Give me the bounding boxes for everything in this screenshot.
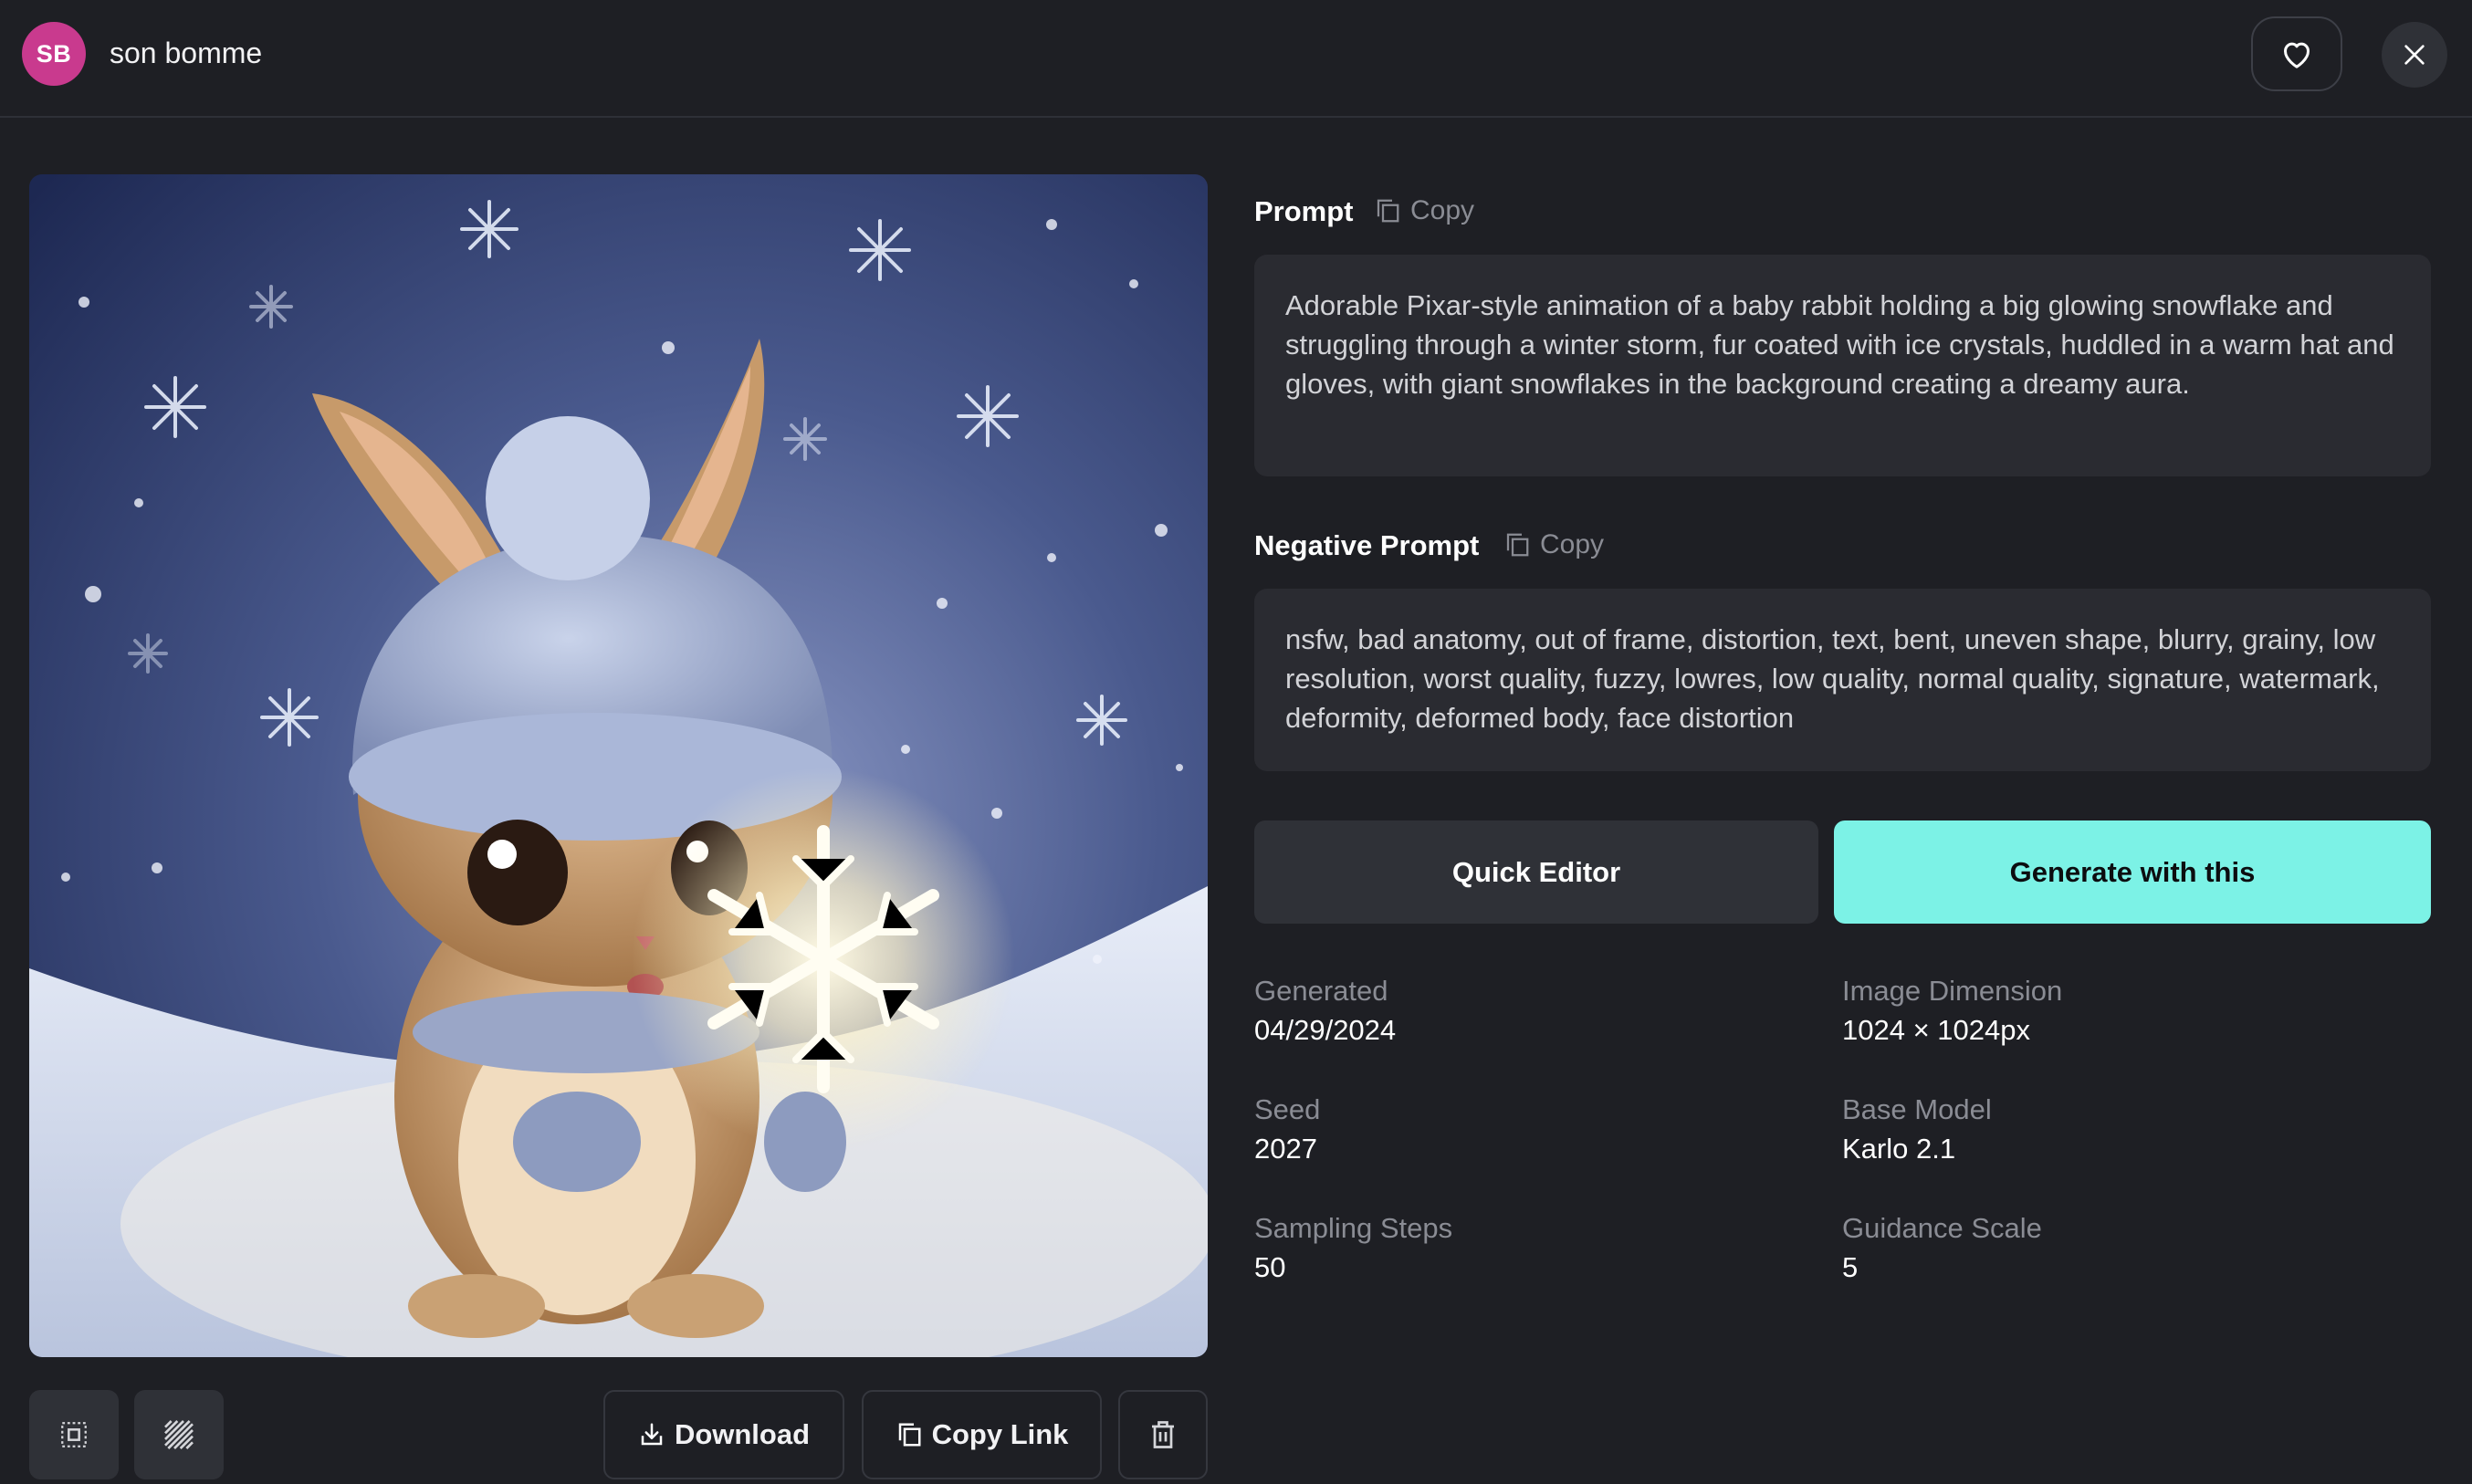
copy-negative-prompt-button[interactable]: Copy <box>1503 529 1604 560</box>
seed-info: Seed 2027 <box>1254 1092 1320 1168</box>
negative-prompt-title: Negative Prompt <box>1254 529 1480 561</box>
base-model-info: Base Model Karlo 2.1 <box>1842 1092 1992 1168</box>
copy-negative-prompt-label: Copy <box>1540 529 1605 559</box>
sampling-steps-value: 50 <box>1254 1251 1286 1283</box>
transparency-pattern-icon <box>164 1420 194 1449</box>
seed-value: 2027 <box>1254 1133 1317 1165</box>
generated-label: Generated <box>1254 975 1388 1007</box>
guidance-scale-info: Guidance Scale 5 <box>1842 1210 2042 1287</box>
delete-button[interactable] <box>1118 1390 1208 1479</box>
base-model-value: Karlo 2.1 <box>1842 1133 1956 1165</box>
dimension-label: Image Dimension <box>1842 975 2063 1007</box>
generated-info: Generated 04/29/2024 <box>1254 973 1396 1050</box>
download-button[interactable]: Download <box>603 1390 844 1479</box>
fit-view-button[interactable] <box>29 1390 119 1479</box>
copy-icon <box>1377 199 1399 223</box>
prompt-text: Adorable Pixar-style animation of a baby… <box>1254 255 2431 476</box>
download-icon <box>641 1423 663 1446</box>
download-label: Download <box>674 1418 811 1450</box>
username[interactable]: son bomme <box>110 37 262 70</box>
negative-prompt-text: nsfw, bad anatomy, out of frame, distort… <box>1254 589 2431 771</box>
sampling-steps-info: Sampling Steps 50 <box>1254 1210 1452 1287</box>
guidance-scale-label: Guidance Scale <box>1842 1212 2042 1244</box>
heart-icon <box>2284 42 2310 68</box>
copy-prompt-label: Copy <box>1410 195 1475 225</box>
sampling-steps-label: Sampling Steps <box>1254 1212 1453 1244</box>
quick-editor-button[interactable]: Quick Editor <box>1254 820 1818 924</box>
fit-screen-icon <box>61 1422 87 1447</box>
favorite-button[interactable] <box>2251 16 2342 91</box>
prompt-title: Prompt <box>1254 195 1354 227</box>
transparency-toggle-button[interactable] <box>134 1390 224 1479</box>
copy-prompt-button[interactable]: Copy <box>1374 195 1474 226</box>
dimension-value: 1024 × 1024px <box>1842 1014 2030 1046</box>
top-bar: SB son bomme <box>0 0 2472 118</box>
avatar[interactable]: SB <box>22 22 86 86</box>
copy-link-label: Copy Link <box>931 1418 1069 1450</box>
generated-image[interactable] <box>29 174 1208 1357</box>
seed-label: Seed <box>1254 1093 1321 1125</box>
close-icon <box>2404 45 2425 65</box>
close-button[interactable] <box>2382 22 2447 88</box>
guidance-scale-value: 5 <box>1842 1251 1859 1283</box>
generate-with-this-button[interactable]: Generate with this <box>1834 820 2431 924</box>
trash-icon <box>1152 1421 1174 1448</box>
generated-value: 04/29/2024 <box>1254 1014 1397 1046</box>
copy-icon <box>898 1423 921 1447</box>
base-model-label: Base Model <box>1842 1093 1992 1125</box>
dimension-info: Image Dimension 1024 × 1024px <box>1842 973 2062 1050</box>
copy-icon <box>1506 533 1529 557</box>
copy-link-button[interactable]: Copy Link <box>862 1390 1102 1479</box>
